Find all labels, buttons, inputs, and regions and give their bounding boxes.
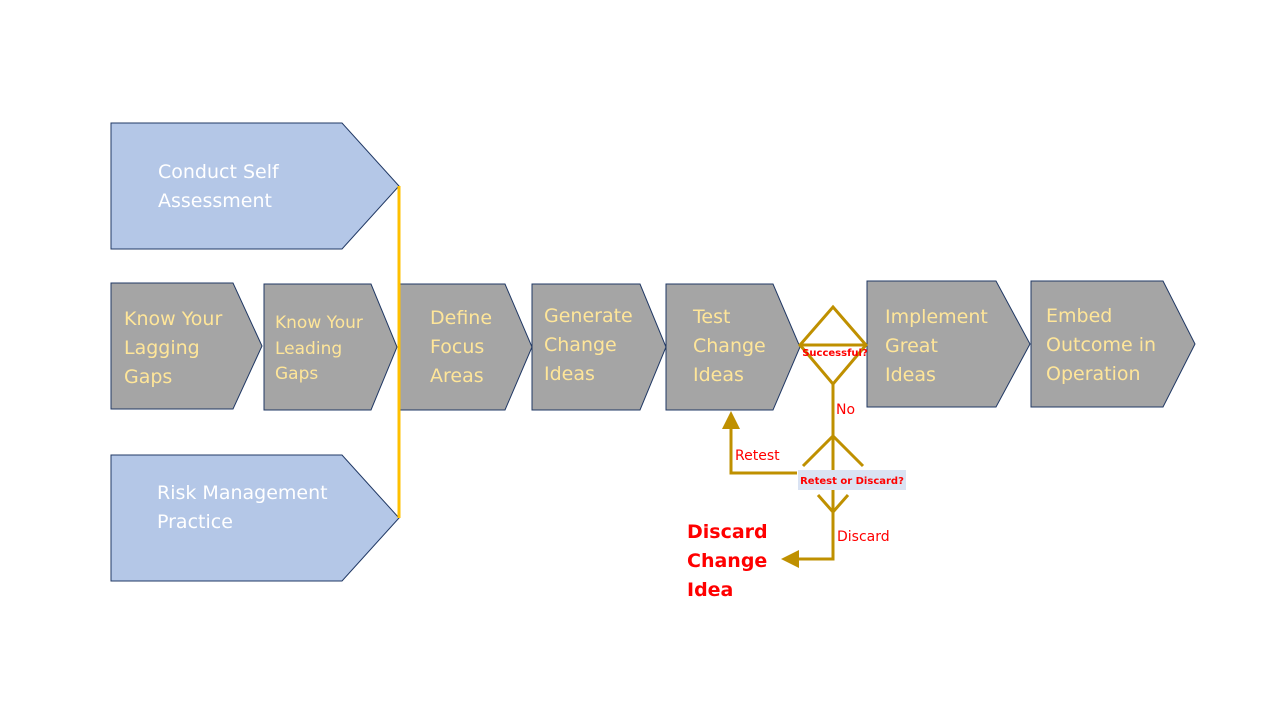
- input-label-line: Conduct Self: [158, 161, 280, 183]
- decision-question: Successful?: [802, 348, 868, 359]
- step-label-line: Know Your: [124, 308, 222, 330]
- step-label-line: Gaps: [275, 364, 318, 384]
- step-label-line: Change: [693, 335, 766, 357]
- step-label-line: Leading: [275, 339, 342, 359]
- step-label-line: Test: [692, 306, 730, 328]
- step-define-focus-areas: Define Focus Areas: [399, 283, 533, 411]
- step-know-lagging-gaps: Know Your Lagging Gaps: [110, 282, 263, 410]
- step-label-line: Areas: [430, 365, 484, 387]
- step-label-line: Focus: [430, 336, 484, 358]
- step-generate-change-ideas: Generate Change Ideas: [531, 283, 667, 411]
- outcome-line: Idea: [687, 579, 733, 601]
- input-label-line: Assessment: [158, 190, 272, 212]
- discard-arrow: [781, 513, 835, 568]
- input-conduct-self-assessment: Conduct Self Assessment: [110, 122, 400, 250]
- decision-successful: Successful?: [798, 304, 868, 387]
- input-label-line: Risk Management: [157, 482, 328, 504]
- step-label-line: Ideas: [885, 364, 936, 386]
- step-label-line: Define: [430, 307, 492, 329]
- improvement-process-diagram: Conduct Self Assessment Risk Management …: [110, 122, 1196, 601]
- no-label: No: [836, 402, 855, 418]
- step-label-line: Operation: [1046, 363, 1141, 385]
- outcome-line: Change: [687, 550, 767, 572]
- step-label-line: Know Your: [275, 313, 363, 333]
- outcome-line: Discard: [687, 521, 768, 543]
- step-embed-outcome: Embed Outcome in Operation: [1030, 280, 1196, 408]
- step-label-line: Ideas: [693, 364, 744, 386]
- step-label-line: Implement: [885, 306, 988, 328]
- step-label-line: Change: [544, 334, 617, 356]
- step-implement-great-ideas: Implement Great Ideas: [866, 280, 1031, 408]
- step-label-line: Outcome in: [1046, 334, 1156, 356]
- step-label-line: Lagging: [124, 337, 200, 359]
- input-label-line: Practice: [157, 511, 233, 533]
- step-know-leading-gaps: Know Your Leading Gaps: [263, 283, 398, 411]
- step-label-line: Ideas: [544, 363, 595, 385]
- discard-label: Discard: [837, 529, 890, 545]
- step-label-line: Embed: [1046, 305, 1112, 327]
- step-test-change-ideas: Test Change Ideas: [665, 283, 801, 411]
- step-label-line: Generate: [544, 305, 633, 327]
- retest-or-discard-label: Retest or Discard?: [800, 476, 904, 487]
- step-label-line: Gaps: [124, 366, 172, 388]
- retest-label: Retest: [735, 448, 780, 464]
- input-risk-management-practice: Risk Management Practice: [110, 454, 400, 582]
- retest-arrow: [722, 411, 797, 475]
- step-label-line: Great: [885, 335, 938, 357]
